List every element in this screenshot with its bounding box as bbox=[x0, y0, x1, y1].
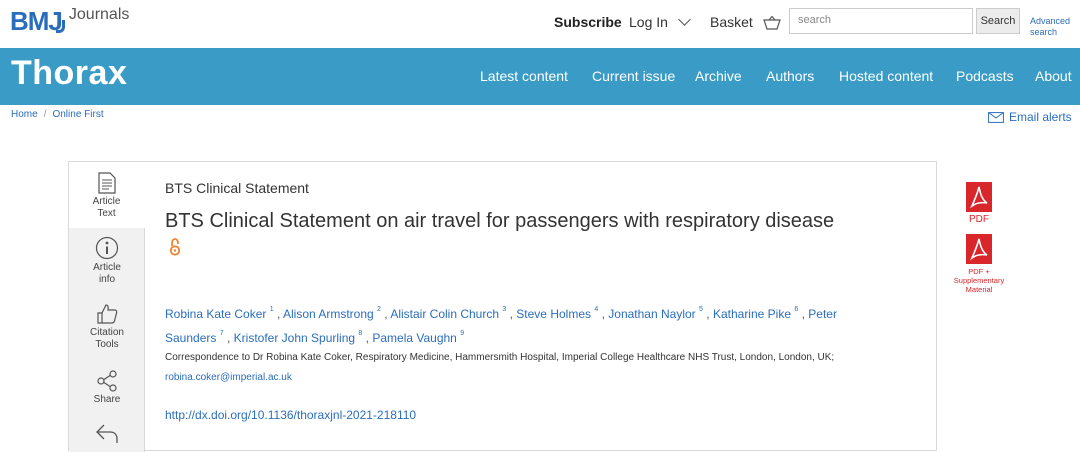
doi-link[interactable]: http://dx.doi.org/10.1136/thoraxjnl-2021… bbox=[165, 408, 416, 422]
pdf-icon bbox=[966, 234, 992, 264]
top-links: Subscribe Log In Basket bbox=[554, 13, 781, 30]
pdf-download-link[interactable]: PDF bbox=[945, 182, 1013, 225]
correspondence-email-link[interactable]: robina.coker@imperial.ac.uk bbox=[165, 372, 292, 383]
article-panel: Article Text Article info Citation Tools bbox=[68, 161, 1004, 452]
nav-authors[interactable]: Authors bbox=[766, 68, 814, 84]
sidebar-item-share[interactable]: Share bbox=[69, 370, 145, 406]
author-affiliation: 2 bbox=[377, 306, 381, 313]
author-separator: , bbox=[276, 307, 281, 321]
chevron-down-icon bbox=[677, 13, 691, 26]
nav-hosted-content[interactable]: Hosted content bbox=[839, 68, 933, 84]
breadcrumb-home[interactable]: Home bbox=[11, 109, 38, 120]
article-title-text: BTS Clinical Statement on air travel for… bbox=[165, 210, 835, 232]
author-separator: , bbox=[226, 331, 231, 345]
author-separator: , bbox=[706, 307, 710, 321]
author-affiliation: 3 bbox=[502, 306, 507, 313]
basket-icon bbox=[762, 16, 781, 30]
back-arrow-icon bbox=[96, 424, 118, 443]
author-link[interactable]: Jonathan Naylor bbox=[608, 307, 695, 321]
article-sidebar: Article Text Article info Citation Tools bbox=[69, 162, 145, 452]
breadcrumb-online-first[interactable]: Online First bbox=[52, 109, 103, 120]
author-separator: , bbox=[801, 307, 805, 321]
sidebar-label-article-text: Article Text bbox=[92, 196, 121, 219]
thumbs-up-icon bbox=[97, 304, 118, 324]
author-separator: , bbox=[365, 331, 369, 345]
basket-link[interactable]: Basket bbox=[710, 14, 781, 30]
author-link[interactable]: Kristofer John Spurling bbox=[234, 331, 355, 345]
email-alerts-link[interactable]: Email alerts bbox=[988, 110, 1072, 124]
nav-podcasts[interactable]: Podcasts bbox=[956, 68, 1014, 84]
basket-label: Basket bbox=[710, 14, 753, 30]
share-icon bbox=[97, 370, 117, 392]
sidebar-label-article-info: Article info bbox=[93, 262, 121, 285]
author-separator: , bbox=[601, 307, 605, 321]
journals-label: Journals bbox=[68, 6, 130, 23]
sidebar-item-back[interactable] bbox=[69, 422, 145, 446]
pdf-supplementary-label: PDF + Supplementary Material bbox=[953, 267, 1005, 294]
author-affiliation: 8 bbox=[358, 330, 363, 337]
sidebar-item-article-text[interactable]: Article Text bbox=[69, 162, 145, 228]
breadcrumb: Home / Online First bbox=[11, 109, 104, 120]
author-link[interactable]: Katharine Pike bbox=[713, 307, 791, 321]
article-type: BTS Clinical Statement bbox=[165, 180, 309, 196]
author-link[interactable]: Alison Armstrong bbox=[283, 307, 374, 321]
sidebar-label-citation-tools: Citation Tools bbox=[90, 327, 124, 350]
breadcrumb-separator: / bbox=[43, 109, 47, 120]
journal-title[interactable]: Thorax bbox=[11, 54, 127, 93]
email-alerts-label: Email alerts bbox=[1009, 110, 1072, 124]
nav-about[interactable]: About bbox=[1035, 68, 1072, 84]
bmj-logo-text: BMJ bbox=[10, 6, 63, 36]
author-affiliation: 6 bbox=[794, 306, 799, 313]
author-separator: , bbox=[509, 307, 513, 321]
open-access-icon bbox=[169, 237, 181, 256]
nav-current-issue[interactable]: Current issue bbox=[592, 68, 675, 84]
login-label: Log In bbox=[629, 14, 668, 30]
login-link[interactable]: Log In bbox=[629, 13, 691, 30]
correspondence: Correspondence to Dr Robina Kate Coker, … bbox=[165, 348, 865, 388]
author-separator: , bbox=[384, 307, 388, 321]
mail-icon bbox=[988, 112, 1004, 124]
author-link[interactable]: Alistair Colin Church bbox=[390, 307, 499, 321]
sidebar-label-share: Share bbox=[93, 394, 121, 405]
journal-header-band: Thorax Latest content Current issue Arch… bbox=[0, 48, 1080, 105]
author-affiliation: 1 bbox=[269, 306, 274, 313]
pdf-icon bbox=[966, 182, 992, 212]
author-affiliation: 9 bbox=[460, 330, 465, 337]
bmj-journals-logo[interactable]: BMJ Journals bbox=[10, 6, 129, 36]
author-affiliation: 4 bbox=[594, 306, 599, 313]
search-button[interactable]: Search bbox=[976, 8, 1020, 34]
bmj-logo-mark bbox=[55, 20, 65, 33]
document-icon bbox=[97, 172, 116, 194]
pdf-label: PDF bbox=[969, 214, 989, 225]
sidebar-item-citation-tools[interactable]: Citation Tools bbox=[69, 303, 145, 351]
nav-latest-content[interactable]: Latest content bbox=[480, 68, 568, 84]
correspondence-text: Correspondence to Dr Robina Kate Coker, … bbox=[165, 352, 835, 363]
pdf-supplementary-download-link[interactable]: PDF + Supplementary Material bbox=[945, 234, 1013, 294]
sidebar-item-article-info[interactable]: Article info bbox=[69, 236, 145, 286]
author-affiliation: 5 bbox=[699, 306, 703, 313]
author-link[interactable]: Steve Holmes bbox=[516, 307, 591, 321]
info-icon bbox=[95, 236, 119, 260]
article-title: BTS Clinical Statement on air travel for… bbox=[165, 208, 845, 262]
subscribe-link[interactable]: Subscribe bbox=[554, 14, 622, 30]
top-bar: BMJ Journals Subscribe Log In Basket sea… bbox=[0, 0, 1080, 48]
nav-archive[interactable]: Archive bbox=[695, 68, 742, 84]
author-affiliation: 7 bbox=[219, 330, 224, 337]
search-input[interactable]: search bbox=[789, 8, 973, 34]
author-list: Robina Kate Coker 1 , Alison Armstrong 2… bbox=[165, 302, 875, 350]
author-link[interactable]: Pamela Vaughn bbox=[372, 331, 457, 345]
advanced-search-link[interactable]: Advanced search bbox=[1030, 16, 1080, 38]
author-link[interactable]: Robina Kate Coker bbox=[165, 307, 266, 321]
